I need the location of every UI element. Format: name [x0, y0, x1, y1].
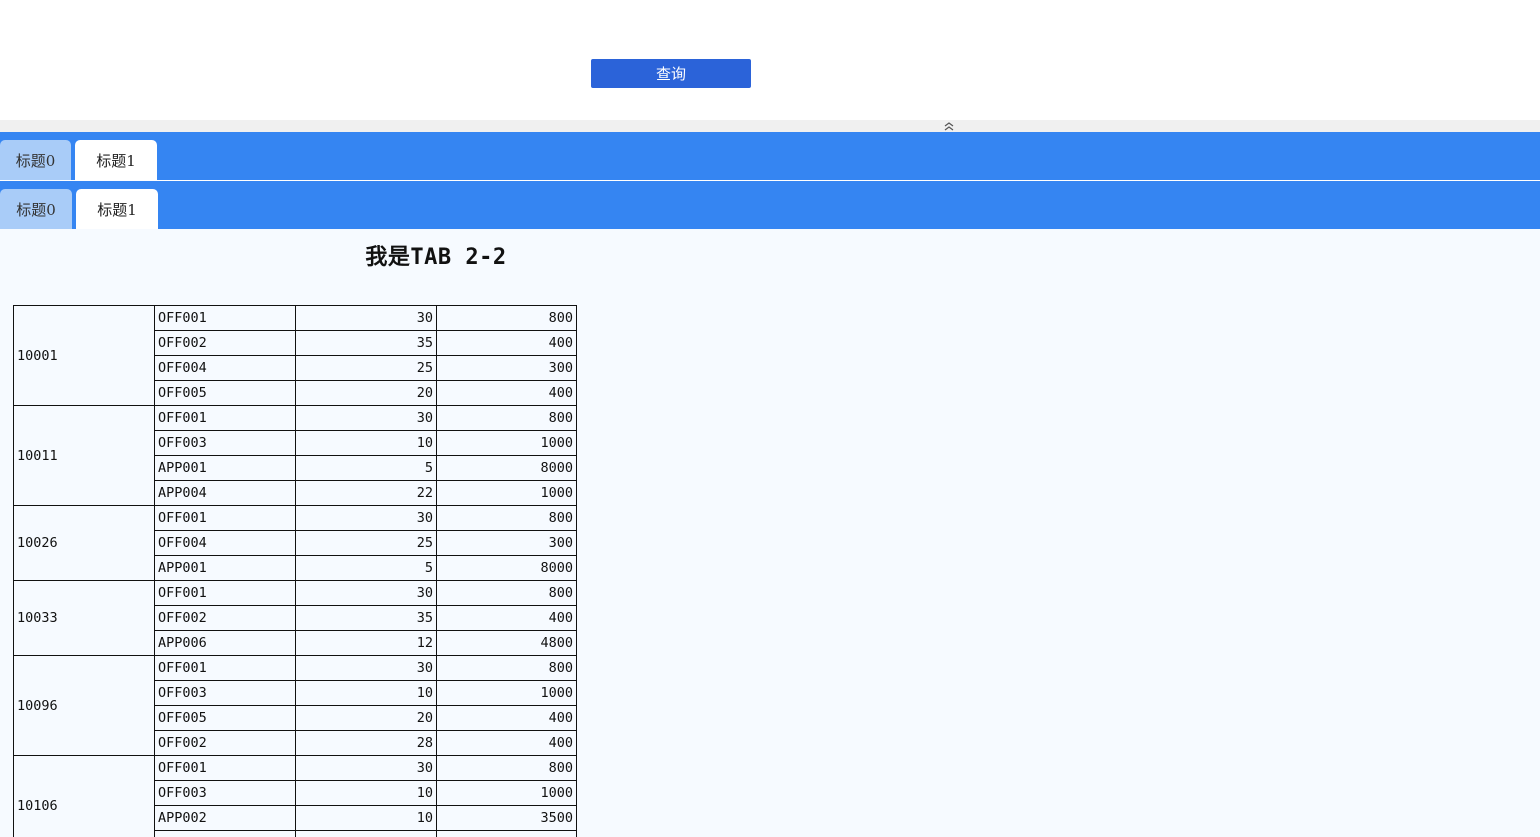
item-code-cell: OFF001: [154, 655, 296, 681]
table-row: 10106 OFF001 30 800: [13, 755, 577, 837]
quantity-cell: 30: [295, 580, 437, 606]
quantity-cell: 20: [295, 380, 437, 406]
amount-cell: 400: [436, 330, 577, 356]
item-code-cell: APP001: [154, 555, 296, 581]
amount-cell: 1000: [436, 680, 577, 706]
inner-tab-1[interactable]: 标题1: [76, 189, 158, 229]
amount-cell: 800: [436, 755, 577, 781]
outer-tab-bar: 标题0 标题1: [0, 132, 1540, 180]
quantity-cell: 25: [295, 355, 437, 381]
item-code-cell: OFF001: [154, 505, 296, 531]
table-row: 10011 OFF001 30 800: [13, 405, 577, 506]
item-code-cell: APP001: [154, 455, 296, 481]
amount-cell: 800: [436, 505, 577, 531]
content-title: 我是TAB 2-2: [365, 245, 507, 270]
item-code-cell: [154, 830, 296, 837]
quantity-cell: 22: [295, 480, 437, 506]
group-id-cell: 10001: [13, 305, 155, 406]
quantity-cell: 10: [295, 780, 437, 806]
amount-cell: 800: [436, 655, 577, 681]
inner-tab-bar: 标题0 标题1: [0, 181, 1540, 229]
amount-cell: 8000: [436, 555, 577, 581]
quantity-cell: 30: [295, 505, 437, 531]
query-panel: 查询: [0, 0, 1540, 120]
quantity-cell: 10: [295, 430, 437, 456]
amount-cell: 3500: [436, 805, 577, 831]
quantity-cell: 28: [295, 730, 437, 756]
item-code-cell: OFF003: [154, 430, 296, 456]
group-id-cell: 10106: [13, 755, 155, 837]
inner-tab-0[interactable]: 标题0: [0, 189, 72, 229]
quantity-cell: 30: [295, 755, 437, 781]
group-id-cell: 10011: [13, 405, 155, 506]
item-code-cell: OFF001: [154, 580, 296, 606]
quantity-cell: 30: [295, 405, 437, 431]
outer-tab-1[interactable]: 标题1: [75, 140, 157, 180]
table-row: 10096 OFF001 30 800: [13, 655, 577, 756]
group-id-cell: 10033: [13, 580, 155, 656]
quantity-cell: [295, 830, 437, 837]
quantity-cell: 30: [295, 655, 437, 681]
data-table-body: 10001 OFF001 30 800 OFF002 35 400 OFF004 25 300 OF…: [13, 305, 577, 837]
quantity-cell: 20: [295, 705, 437, 731]
amount-cell: 300: [436, 355, 577, 381]
amount-cell: 400: [436, 705, 577, 731]
double-chevron-up-icon[interactable]: [943, 121, 955, 131]
item-code-cell: OFF002: [154, 330, 296, 356]
quantity-cell: 12: [295, 630, 437, 656]
amount-cell: 400: [436, 380, 577, 406]
amount-cell: 800: [436, 405, 577, 431]
tab-content: 我是TAB 2-2 10001 OFF001 30 800 OFF002 35 400 OFF…: [0, 229, 1540, 837]
table-row: 10026 OFF001 30 800: [13, 505, 577, 581]
quantity-cell: 25: [295, 530, 437, 556]
quantity-cell: 35: [295, 330, 437, 356]
item-code-cell: OFF001: [154, 405, 296, 431]
amount-cell: [436, 830, 577, 837]
quantity-cell: 10: [295, 805, 437, 831]
group-id-cell: 10026: [13, 505, 155, 581]
amount-cell: 4800: [436, 630, 577, 656]
item-code-cell: OFF001: [154, 305, 296, 331]
amount-cell: 8000: [436, 455, 577, 481]
amount-cell: 1000: [436, 480, 577, 506]
item-code-cell: OFF004: [154, 355, 296, 381]
quantity-cell: 35: [295, 605, 437, 631]
quantity-cell: 30: [295, 305, 437, 331]
panel-splitter[interactable]: [0, 120, 1540, 132]
amount-cell: 300: [436, 530, 577, 556]
item-code-cell: APP004: [154, 480, 296, 506]
item-code-cell: OFF002: [154, 730, 296, 756]
quantity-cell: 10: [295, 680, 437, 706]
item-code-cell: OFF003: [154, 680, 296, 706]
amount-cell: 800: [436, 580, 577, 606]
item-code-cell: APP002: [154, 805, 296, 831]
item-code-cell: OFF004: [154, 530, 296, 556]
item-code-cell: OFF001: [154, 755, 296, 781]
table-row: 10033 OFF001 30 800: [13, 580, 577, 656]
app-root: 查询 标题0 标题1 标题0 标题1 我是TAB 2-2 10001 OFF001…: [0, 0, 1540, 837]
quantity-cell: 5: [295, 555, 437, 581]
quantity-cell: 5: [295, 455, 437, 481]
amount-cell: 400: [436, 730, 577, 756]
item-code-cell: APP006: [154, 630, 296, 656]
group-id-cell: 10096: [13, 655, 155, 756]
amount-cell: 400: [436, 605, 577, 631]
query-button[interactable]: 查询: [591, 59, 751, 88]
item-code-cell: OFF003: [154, 780, 296, 806]
amount-cell: 1000: [436, 430, 577, 456]
item-code-cell: OFF002: [154, 605, 296, 631]
item-code-cell: OFF005: [154, 705, 296, 731]
amount-cell: 800: [436, 305, 577, 331]
amount-cell: 1000: [436, 780, 577, 806]
data-table: 10001 OFF001 30 800 OFF002 35 400 OFF004 25 300 OF…: [13, 305, 577, 837]
outer-tab-0[interactable]: 标题0: [0, 140, 71, 180]
table-row: 10001 OFF001 30 800: [13, 305, 577, 406]
item-code-cell: OFF005: [154, 380, 296, 406]
